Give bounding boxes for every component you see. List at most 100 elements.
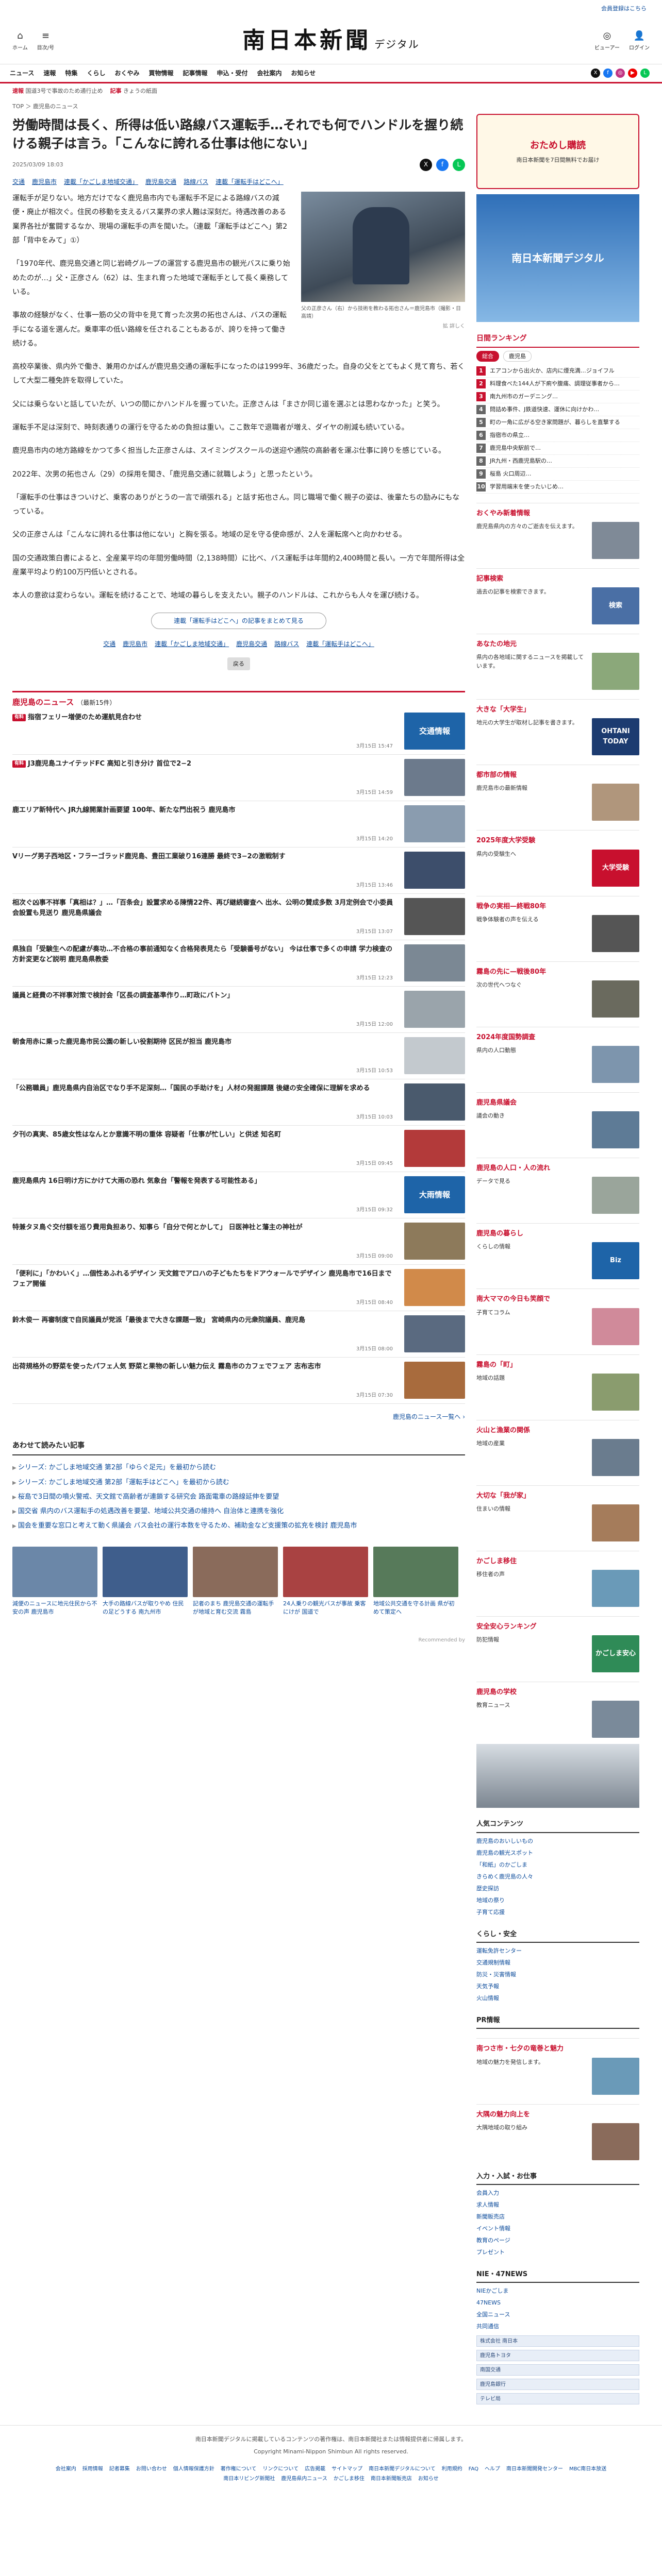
footer-link[interactable]: ヘルプ [485, 2465, 500, 2473]
tag-link[interactable]: 連載「かごしま地域交通」 [155, 639, 229, 649]
promo-banner[interactable]: 南日本新聞デジタル [476, 194, 639, 323]
share-line-icon[interactable]: L [453, 158, 465, 171]
nav-item-0[interactable]: ニュース [5, 69, 39, 78]
side-list-item[interactable]: 火山情報 [476, 1992, 639, 2004]
news-item[interactable]: 県独自「受験生への配慮が奏功…不合格の事前通知なく合格発表見たら「受験番号がない… [12, 940, 465, 987]
nav-item-3[interactable]: くらし [82, 69, 110, 78]
article-photo-image[interactable] [301, 192, 465, 302]
nav-item-5[interactable]: 買物情報 [144, 69, 178, 78]
side-list-item[interactable]: 歴史探訪 [476, 1883, 639, 1894]
masthead-tool[interactable]: ≡ 目次/号 [37, 29, 54, 52]
ranking-item[interactable]: 2 料理食べた144人が下痢や腹痛、調理従事者から… [476, 378, 639, 391]
sns-icon[interactable]: f [603, 69, 613, 78]
ranking-item[interactable]: 7 鹿児島中央駅前で… [476, 442, 639, 455]
side-block[interactable]: 安全安心ランキング 防犯情報 かごしま安心 [476, 1616, 639, 1673]
enlarge-button[interactable]: 拡 詳しく [301, 323, 465, 331]
footer-link[interactable]: 鹿児島県内ニュース [281, 2475, 327, 2483]
footer-link[interactable]: かごしま移住 [334, 2475, 365, 2483]
nav-item-2[interactable]: 特集 [60, 69, 82, 78]
mini-ad-banner[interactable]: 鹿児島トヨタ [476, 2350, 639, 2362]
news-item[interactable]: 鹿エリア新特代へ JR九線開業計画要望 100年、新たな門出祝う 鹿児島市 3月1… [12, 801, 465, 848]
ranking-item[interactable]: 4 問詰め事件、J鉄道快速、運休に向けかわ… [476, 403, 639, 416]
side-block[interactable]: 南大ママの今日も笑顔で 子育てコラム [476, 1289, 639, 1345]
nav-item-4[interactable]: おくやみ [110, 69, 144, 78]
recommend-card[interactable]: 大手の路線バスが取りやめ 住民の足どうする 南九州市 [103, 1547, 188, 1616]
ranking-item[interactable]: 9 桜島 火口周辺… [476, 468, 639, 481]
side-list-item[interactable]: 求人情報 [476, 2199, 639, 2211]
news-item[interactable]: 朝食用赤に乗った鹿児島市民公園の新しい役割期待 区民が担当 鹿児島市 3月15日 … [12, 1033, 465, 1080]
breadcrumb[interactable]: TOP ＞ 鹿児島のニュース [0, 99, 662, 114]
pick-item[interactable]: シリーズ: かごしま地域交通 第2部「ゆらぐ足元」を最初から読む [12, 1461, 465, 1475]
tag-link[interactable]: 路線バス [274, 639, 299, 649]
sns-icon[interactable]: ◎ [616, 69, 625, 78]
side-block[interactable]: 火山と漁業の関係 地域の産業 [476, 1419, 639, 1476]
tag-link[interactable]: 交通 [103, 639, 115, 649]
footer-link[interactable]: 広告掲載 [305, 2465, 325, 2473]
nav-item-6[interactable]: 記事情報 [178, 69, 212, 78]
share-x-icon[interactable]: X [420, 158, 432, 171]
pick-item[interactable]: 桜島で3日間の噴火警戒、天文館で高齢者が連鎖する研究会 路面電車の路線延伸を要望 [12, 1490, 465, 1504]
side-list-item[interactable]: 天気予報 [476, 1980, 639, 1992]
side-block[interactable]: 記事検索 過去の記事を検索できます。 検索 [476, 568, 639, 625]
recommend-card[interactable]: 地域公共交通を守る計画 県が初めて策定へ [373, 1547, 458, 1616]
share-facebook-icon[interactable]: f [436, 158, 449, 171]
news-item[interactable]: 相次ぐ凶事不祥事「真相は？」…「百条会」設置求める陳情22件、再び継続審査へ 出… [12, 894, 465, 941]
trial-banner[interactable]: おためし購読 南日本新聞を7日間無料でお届け [476, 114, 639, 190]
side-block[interactable]: 鹿児島の学校 教育ニュース [476, 1682, 639, 1738]
side-list-item[interactable]: NIEかごしま [476, 2285, 639, 2297]
footer-link[interactable]: 南日本新聞販売店 [371, 2475, 412, 2483]
recommend-card[interactable]: 24人乗りの観光バスが事故 乗客にけが 国道で [283, 1547, 368, 1616]
footer-link[interactable]: 個人情報保護方針 [173, 2465, 214, 2473]
pick-item[interactable]: 国交省 県内のバス運転手の処遇改善を要望、地域公共交通の維持へ 自治体と連携を強… [12, 1504, 465, 1519]
member-register-link[interactable]: 会員登録はこちら [601, 4, 647, 13]
mini-ad-banner[interactable]: 鹿児島銀行 [476, 2379, 639, 2391]
side-list-item[interactable]: プレゼント [476, 2246, 639, 2258]
footer-link[interactable]: 会社案内 [56, 2465, 76, 2473]
tag-link[interactable]: 鹿児島市 [32, 177, 57, 187]
side-list-item[interactable]: イベント情報 [476, 2223, 639, 2234]
ranking-tab[interactable]: 鹿児島 [503, 350, 532, 362]
side-list-item[interactable]: きらめく鹿児島の人々 [476, 1871, 639, 1883]
footer-link[interactable]: 南日本リビング新聞社 [223, 2475, 275, 2483]
side-block[interactable]: 鹿児島の暮らし くらしの情報 Biz [476, 1223, 639, 1280]
pick-item[interactable]: 国会を重要な窓口と考えて動く県議会 バス会社の運行本数を守るため、補助金など支援… [12, 1519, 465, 1533]
footer-link[interactable]: FAQ [469, 2465, 478, 2473]
ranking-item[interactable]: 6 指宿市の県立… [476, 429, 639, 442]
side-list-item[interactable]: 全国ニュース [476, 2309, 639, 2320]
tag-link[interactable]: 路線バス [184, 177, 208, 187]
side-list-item[interactable]: 教育のページ [476, 2234, 639, 2246]
recommend-card[interactable]: 減便のニュースに地元住民から不安の声 鹿児島市 [12, 1547, 97, 1616]
news-item[interactable]: 出荷規格外の野菜を使ったパフェ人気 野菜と果物の新しい魅力伝え 霧島市のカフェで… [12, 1358, 465, 1404]
footer-link[interactable]: 南日本新聞開発センター [506, 2465, 563, 2473]
footer-link[interactable]: MBC南日本放送 [569, 2465, 606, 2473]
news-item[interactable]: 有料 指宿フェリー増便のため運航見合わせ 3月15日 15:47 交通情報 [12, 708, 465, 755]
news-item[interactable]: 鹿児島県内 16日明け方にかけて大雨の恐れ 気象台「警報を発表する可能性ある」 3… [12, 1172, 465, 1219]
ranking-item[interactable]: 10 学習用端末を使ったいじめ… [476, 481, 639, 494]
mini-ad-banner[interactable]: 南国交通 [476, 2364, 639, 2376]
news-item[interactable]: 夕刊の真実、85歳女性はなんとか意識不明の重体 容疑者「仕事が忙しい」と供述 知… [12, 1126, 465, 1173]
ranking-item[interactable]: 3 南九州市のガーデニング… [476, 391, 639, 403]
tag-link[interactable]: 交通 [12, 177, 25, 187]
footer-link[interactable]: お問い合わせ [136, 2465, 167, 2473]
news-item[interactable]: 鈴木俊一 再審制度で自民議員が党派「最後まで大きな課題一致」 宮崎県内の元衆院議… [12, 1311, 465, 1358]
news-item[interactable]: 「公務職員」鹿児島県内自治区でなり手不足深刻…「国民の手助けを」人材の発掘課題 … [12, 1079, 465, 1126]
tag-link[interactable]: 鹿児島交通 [236, 639, 267, 649]
footer-link[interactable]: サイトマップ [332, 2465, 362, 2473]
footer-link[interactable]: 南日本新聞デジタルについて [369, 2465, 436, 2473]
side-photo[interactable] [476, 1744, 639, 1808]
nav-item-9[interactable]: お知らせ [287, 69, 321, 78]
pr-item[interactable]: 大隅の魅力向上を 大隅地域の取り組み [476, 2104, 639, 2160]
tag-link[interactable]: 連載「運転手はどこへ」 [216, 177, 284, 187]
sns-icon[interactable]: ▶ [628, 69, 637, 78]
side-block[interactable]: 大切な「我が家」 住まいの情報 [476, 1485, 639, 1542]
side-list-item[interactable]: 交通規制情報 [476, 1957, 639, 1969]
news-item[interactable]: 「便利に」「かわいく」…個性あふれるデザイン 天文館でアロハの子どもたちをドアウ… [12, 1265, 465, 1312]
nav-item-8[interactable]: 会社案内 [253, 69, 287, 78]
masthead-tool[interactable]: 👤 ログイン [629, 29, 650, 52]
side-block[interactable]: あなたの地元 県内の各地域に関するニュースを掲載しています。 [476, 634, 639, 690]
back-button[interactable]: 戻る [227, 657, 250, 670]
pick-item[interactable]: シリーズ: かごしま地域交通 第2部「運転手はどこへ」を最初から読む [12, 1476, 465, 1490]
news-item[interactable]: 特兼タヌ鳥ぐ交付額を巡り費用負担あり、知事ら「自分で何とかして」 日医神社と藩主… [12, 1218, 465, 1265]
tag-link[interactable]: 連載「かごしま地域交通」 [64, 177, 138, 187]
side-block[interactable]: 鹿児島県議会 議会の動き [476, 1092, 639, 1149]
